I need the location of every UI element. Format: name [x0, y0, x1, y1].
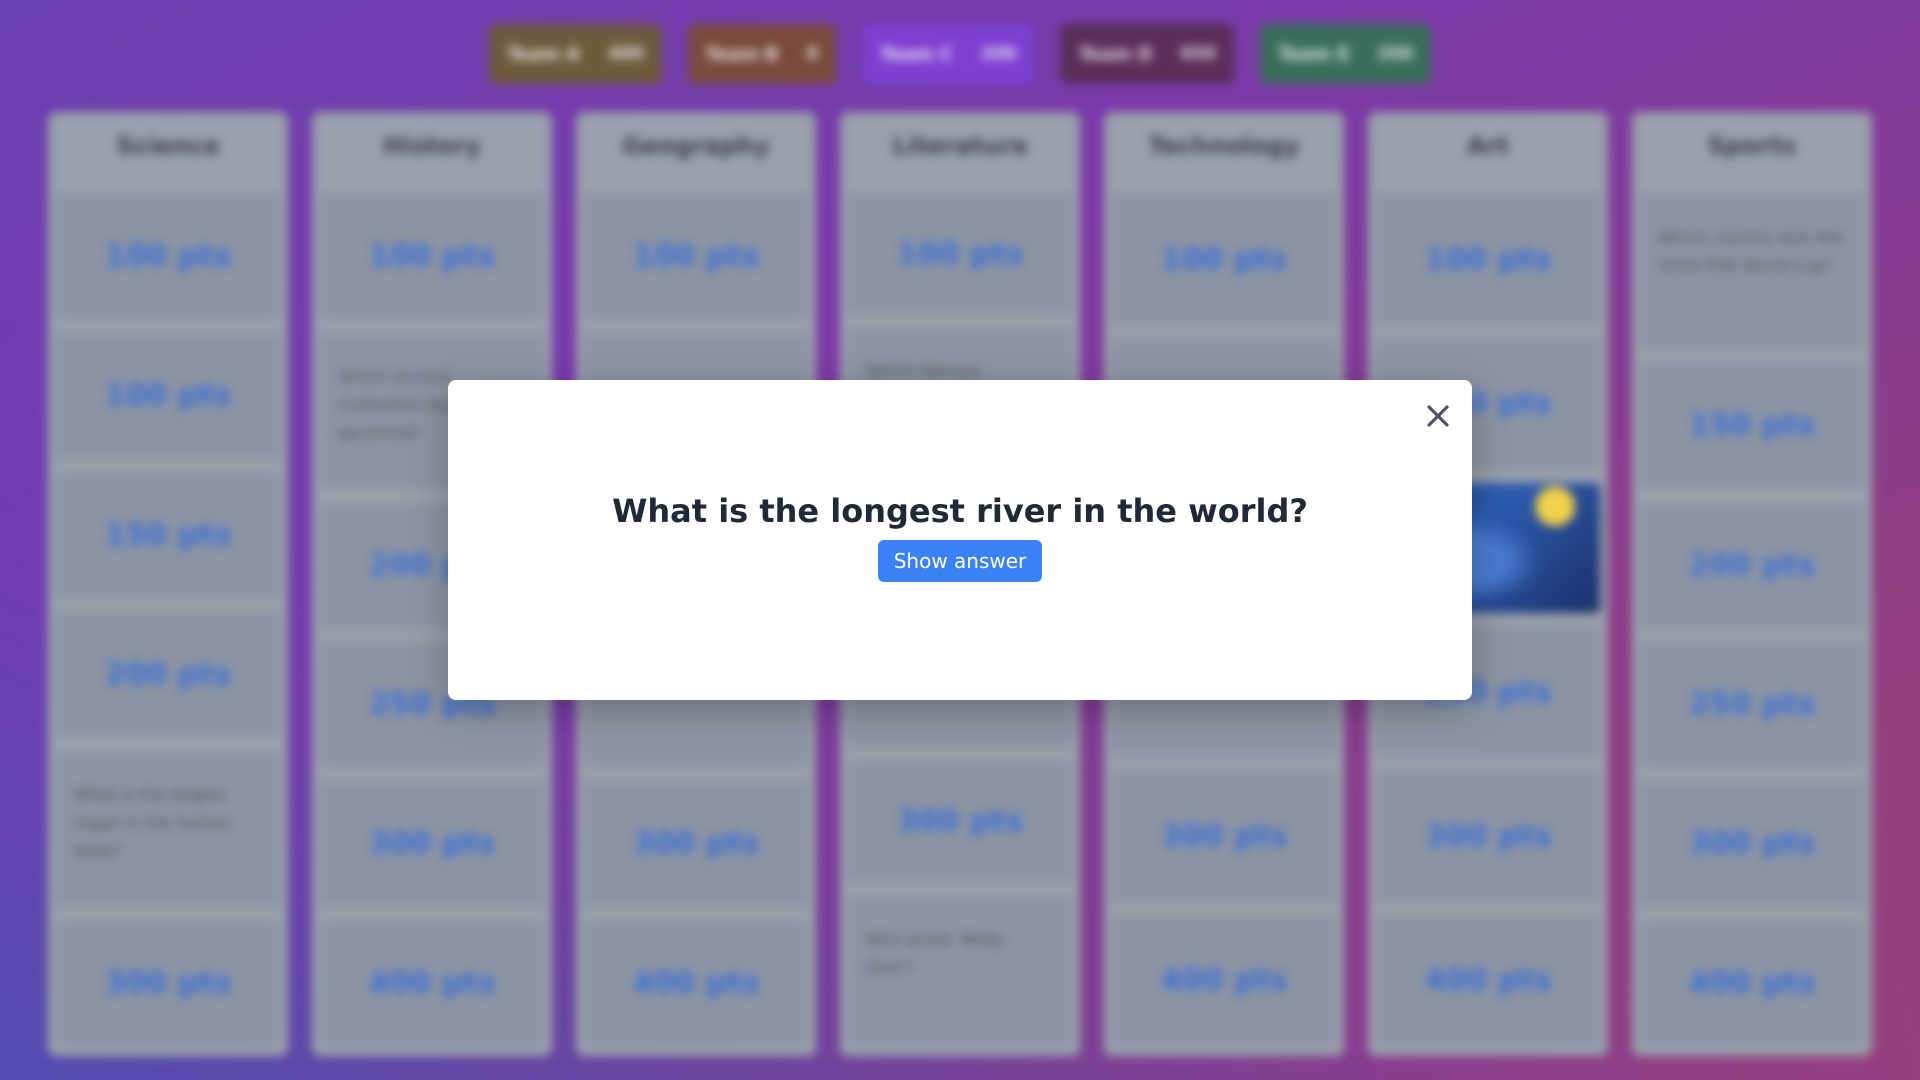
modal-body: What is the longest river in the world? …: [448, 492, 1472, 582]
close-icon[interactable]: [1422, 400, 1454, 432]
show-answer-button[interactable]: Show answer: [877, 540, 1043, 582]
modal-question-text: What is the longest river in the world?: [612, 492, 1308, 530]
question-modal: What is the longest river in the world? …: [448, 380, 1472, 700]
